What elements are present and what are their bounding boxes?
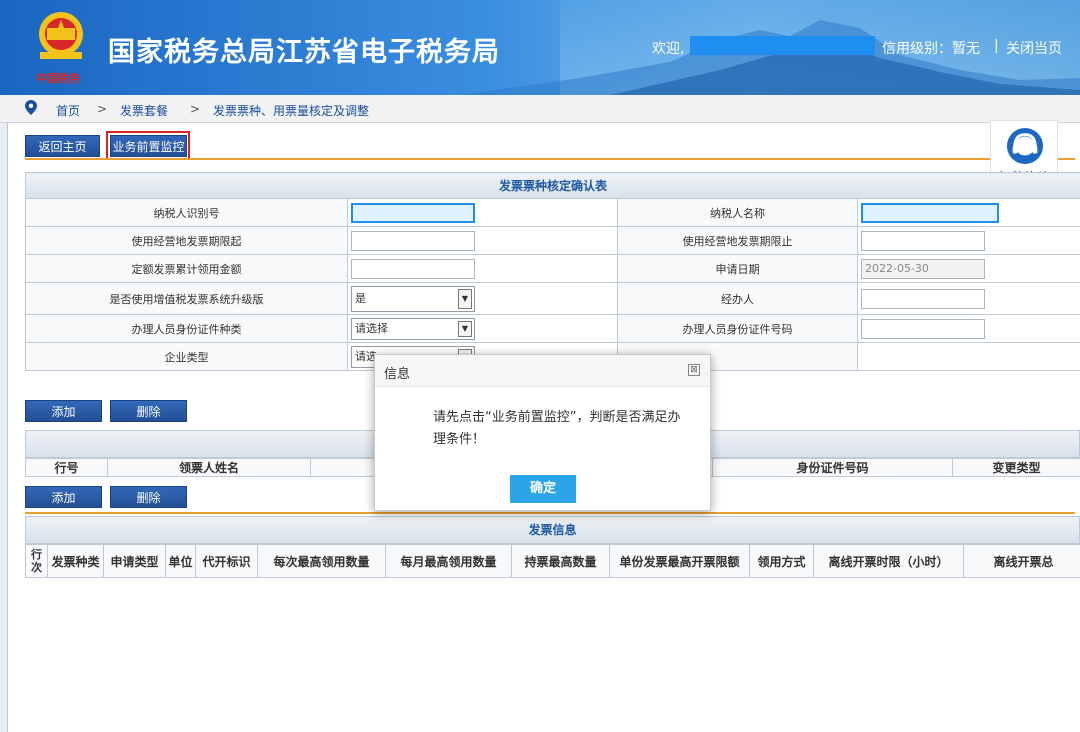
close-page-link[interactable]: 关闭当页: [1006, 38, 1062, 58]
dialog-title: 信息: [384, 367, 411, 382]
left-frame: [0, 123, 8, 732]
breadcrumb-invoice-package[interactable]: 发票套餐: [120, 102, 168, 119]
site-header: 中国税务 国家税务总局江苏省电子税务局 欢迎, 信用级别：暂无 | 关闭当页: [0, 0, 1080, 95]
credit-level: 信用级别：暂无: [882, 41, 980, 57]
header-separator: |: [994, 38, 999, 54]
location-pin-icon: [25, 100, 37, 115]
logo-text: 中国税务: [36, 72, 80, 85]
site-title: 国家税务总局江苏省电子税务局: [108, 37, 500, 68]
close-icon[interactable]: ⊠: [688, 364, 700, 376]
breadcrumb-sep: >: [97, 102, 108, 116]
dialog-message: 请先点击“业务前置监控”，判断是否满足办理条件！: [433, 410, 681, 447]
breadcrumb-current: 发票票种、用票量核定及调整: [213, 104, 370, 118]
info-dialog: 信息 ⊠ 请先点击“业务前置监控”，判断是否满足办理条件！ 确定: [374, 354, 711, 511]
dialog-header: 信息 ⊠: [375, 355, 710, 387]
ok-button[interactable]: 确定: [510, 475, 576, 503]
breadcrumb-sep: >: [190, 102, 201, 116]
username-redacted: [690, 36, 875, 55]
welcome-text: 欢迎,: [652, 41, 685, 57]
breadcrumb: 首页 > 发票套餐 > 发票票种、用票量核定及调整: [0, 95, 1080, 123]
breadcrumb-home[interactable]: 首页: [56, 102, 80, 119]
